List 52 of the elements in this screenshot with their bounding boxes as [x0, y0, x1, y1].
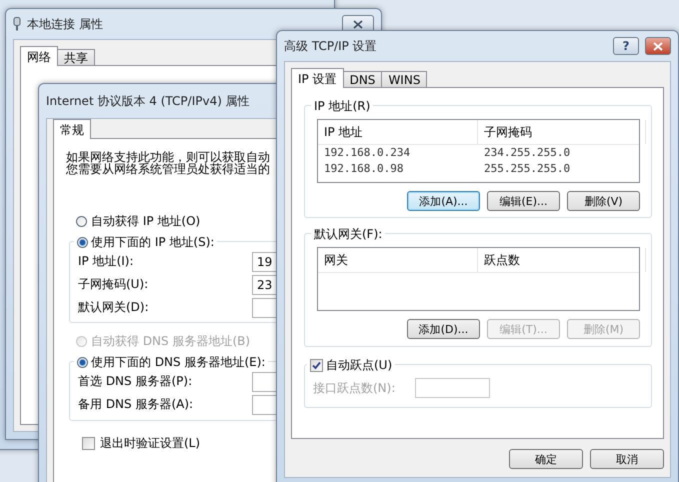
help-button[interactable]: ? [613, 37, 639, 55]
table-cell-text: 234.255.255.0 [483, 145, 572, 161]
radio-label: 自动获得 IP 地址(O) [91, 212, 200, 230]
action-button: 编辑(T)... [487, 319, 560, 339]
column-header[interactable]: 子网掩码 [478, 120, 646, 144]
field-label: 接口跃点数(N): [313, 380, 396, 396]
checkmark-icon [312, 361, 321, 370]
checkbox-label: 退出时验证设置(L) [100, 434, 200, 452]
action-button[interactable]: 添加(D)... [407, 319, 480, 339]
close-icon [353, 20, 363, 28]
table-cell-text: 192.168.0.98 [323, 161, 404, 177]
group-title: IP 地址(R) [314, 98, 370, 115]
radio-label: 使用下面的 DNS 服务器地址(E): [91, 354, 266, 371]
tab[interactable]: 共享 [57, 49, 95, 66]
column-header[interactable]: 网关 [318, 248, 478, 272]
field-label: 备用 DNS 服务器(A): [78, 396, 194, 413]
window-title: 高级 TCP/IP 设置 [284, 38, 377, 54]
checkbox-label: 自动跃点(U) [326, 357, 392, 374]
action-button[interactable]: 删除(V) [567, 191, 640, 211]
action-button[interactable]: 添加(A)... [407, 191, 480, 211]
action-button: 删除(M) [567, 319, 640, 339]
ok-button[interactable]: 确定 [509, 449, 583, 469]
cancel-button[interactable]: 取消 [590, 449, 664, 469]
tab[interactable]: WINS [381, 71, 428, 88]
checkbox[interactable] [82, 436, 95, 450]
close-icon [653, 42, 663, 50]
close-button[interactable] [645, 37, 671, 55]
tab[interactable]: 常规 [53, 119, 91, 139]
radio-label: 自动获得 DNS 服务器地址(B) [91, 332, 250, 350]
field-label: IP 地址(I): [78, 253, 135, 270]
field-label: 子网掩码(U): [78, 276, 150, 293]
network-plug-icon [13, 17, 21, 31]
description-text: 如果网络支持此功能，则可以获取自动 [66, 151, 271, 163]
table-cell-text: 255.255.255.0 [483, 161, 572, 177]
action-button[interactable]: 编辑(E)... [487, 191, 560, 211]
field-label: 默认网关(D): [78, 299, 150, 316]
window-title: 本地连接 属性 [27, 16, 103, 32]
tab[interactable]: DNS [342, 71, 382, 88]
window-title: Internet 协议版本 4 (TCP/IPv4) 属性 [46, 92, 250, 110]
field-label: 首选 DNS 服务器(P): [78, 373, 194, 390]
table-cell-text: 192.168.0.234 [323, 145, 412, 161]
tab[interactable]: IP 设置 [291, 68, 344, 88]
tab[interactable]: 网络 [20, 46, 58, 66]
column-header[interactable]: IP 地址 [318, 120, 478, 144]
radio-button[interactable] [77, 237, 88, 248]
radio-label: 使用下面的 IP 地址(S): [91, 234, 214, 251]
column-header[interactable]: 跃点数 [478, 248, 646, 272]
group-title: 默认网关(F): [314, 226, 382, 243]
radio-button[interactable] [76, 216, 87, 226]
description-text: 您需要从网络系统管理员处获得适当的 [66, 163, 271, 175]
radio-button[interactable] [77, 357, 88, 368]
checkbox[interactable] [310, 359, 323, 372]
